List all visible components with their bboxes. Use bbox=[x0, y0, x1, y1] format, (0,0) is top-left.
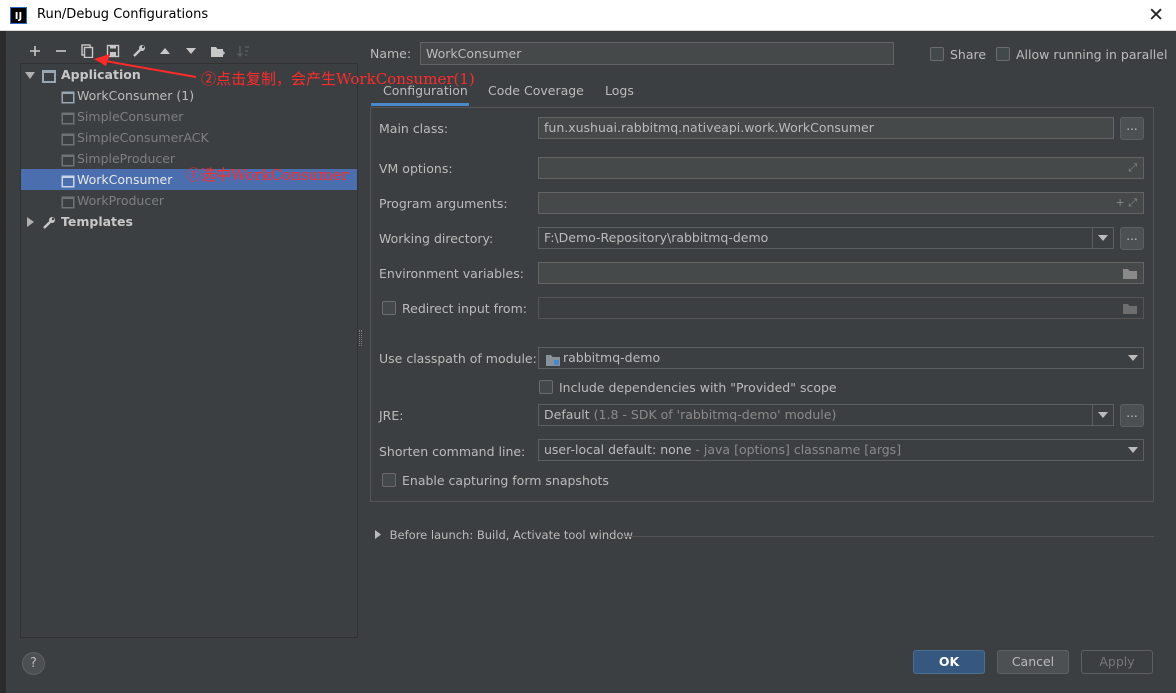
redirect-input-checkbox[interactable] bbox=[382, 301, 396, 315]
working-directory-browse-button[interactable]: ... bbox=[1120, 227, 1144, 250]
before-launch-divider bbox=[622, 536, 1154, 537]
vm-options-label: VM options: bbox=[379, 161, 453, 176]
tree-item-label: SimpleProducer bbox=[77, 151, 176, 166]
tree-item[interactable]: WorkProducer bbox=[21, 190, 357, 211]
wrench-icon bbox=[42, 215, 56, 236]
working-directory-combo[interactable]: F:\Demo-Repository\rabbitmq-demo bbox=[538, 227, 1114, 249]
tree-item-label: WorkConsumer (1) bbox=[77, 88, 195, 103]
apply-button[interactable]: Apply bbox=[1081, 650, 1153, 674]
share-checkbox[interactable] bbox=[930, 47, 944, 61]
enable-snapshots-label: Enable capturing form snapshots bbox=[402, 473, 609, 488]
shorten-command-line-combo[interactable]: user-local default: none - java [options… bbox=[538, 439, 1144, 461]
program-arguments-label: Program arguments: bbox=[379, 196, 508, 211]
name-field[interactable]: WorkConsumer bbox=[420, 42, 894, 65]
name-label: Name: bbox=[370, 46, 412, 61]
shorten-command-line-label: Shorten command line: bbox=[379, 444, 526, 459]
jre-value-detail: (1.8 - SDK of 'rabbitmq-demo' module) bbox=[593, 407, 837, 422]
folder-icon[interactable] bbox=[204, 40, 230, 62]
window-title: Run/Debug Configurations bbox=[37, 7, 209, 22]
add-icon[interactable] bbox=[22, 40, 48, 62]
jre-browse-button[interactable]: ... bbox=[1120, 404, 1144, 427]
redirect-input-label: Redirect input from: bbox=[402, 301, 527, 316]
main-class-field[interactable]: fun.xushuai.rabbitmq.nativeapi.work.Work… bbox=[538, 117, 1114, 139]
module-folder-icon bbox=[546, 352, 560, 368]
shorten-value: user-local default: none bbox=[544, 442, 692, 457]
tab-logs[interactable]: Logs bbox=[605, 80, 634, 106]
move-up-icon[interactable] bbox=[152, 40, 178, 62]
tree-item-label: SimpleConsumerACK bbox=[77, 130, 209, 145]
expanded-arrow-icon[interactable] bbox=[25, 64, 35, 85]
copy-icon[interactable] bbox=[74, 40, 100, 62]
add-and-expand-icon[interactable]: + ⤢ bbox=[1115, 193, 1137, 213]
background-window-edge bbox=[0, 31, 6, 693]
jre-label: JRE: bbox=[379, 408, 404, 423]
cancel-button[interactable]: Cancel bbox=[997, 650, 1069, 674]
working-directory-label: Working directory: bbox=[379, 231, 494, 246]
jre-combo[interactable]: Default (1.8 - SDK of 'rabbitmq-demo' mo… bbox=[538, 404, 1114, 426]
tree-templates-label: Templates bbox=[61, 214, 133, 229]
dropdown-arrow-icon[interactable] bbox=[1122, 348, 1143, 368]
jre-value: Default bbox=[544, 407, 590, 422]
close-window-button[interactable]: ✕ bbox=[1148, 3, 1164, 27]
annotation-select-note: ①选中WorkConsumer bbox=[186, 166, 349, 184]
splitter-handle[interactable] bbox=[359, 330, 362, 346]
sort-icon[interactable] bbox=[230, 40, 256, 62]
collapsed-arrow-icon[interactable] bbox=[374, 528, 386, 542]
dropdown-arrow-icon[interactable] bbox=[1092, 405, 1113, 425]
title-bar: IJ Run/Debug Configurations ✕ bbox=[0, 0, 1176, 31]
tree-item[interactable]: SimpleConsumerACK bbox=[21, 127, 357, 148]
include-dependencies-label: Include dependencies with "Provided" sco… bbox=[559, 380, 837, 395]
allow-parallel-checkbox[interactable] bbox=[996, 47, 1010, 61]
classpath-module-value: rabbitmq-demo bbox=[563, 350, 661, 365]
share-label: Share bbox=[950, 47, 987, 62]
classpath-module-combo[interactable]: rabbitmq-demo bbox=[538, 347, 1144, 369]
main-class-label: Main class: bbox=[379, 121, 449, 136]
help-button[interactable]: ? bbox=[22, 652, 45, 675]
tree-item-label: SimpleConsumer bbox=[77, 109, 184, 124]
config-toolbar bbox=[22, 40, 256, 62]
enable-snapshots-checkbox[interactable] bbox=[382, 473, 396, 487]
collapsed-arrow-icon[interactable] bbox=[25, 211, 35, 232]
environment-variables-label: Environment variables: bbox=[379, 266, 524, 281]
dropdown-arrow-icon[interactable] bbox=[1122, 440, 1143, 460]
tab-configuration[interactable]: Configuration bbox=[371, 80, 469, 106]
tree-item-label: WorkConsumer bbox=[77, 172, 173, 187]
move-down-icon[interactable] bbox=[178, 40, 204, 62]
redirect-input-field[interactable] bbox=[538, 297, 1144, 319]
include-dependencies-checkbox[interactable] bbox=[539, 380, 553, 394]
vm-options-field[interactable]: ⤢ bbox=[538, 157, 1144, 179]
before-launch-label: Before launch: Build, Activate tool wind… bbox=[389, 528, 633, 542]
tree-item[interactable]: SimpleConsumer bbox=[21, 106, 357, 127]
expand-icon[interactable]: ⤢ bbox=[1128, 158, 1137, 178]
intellij-app-icon: IJ bbox=[10, 7, 27, 24]
remove-icon[interactable] bbox=[48, 40, 74, 62]
folder-icon[interactable] bbox=[1123, 266, 1137, 283]
shorten-value-detail: - java [options] classname [args] bbox=[695, 442, 902, 457]
classpath-module-label: Use classpath of module: bbox=[379, 351, 537, 366]
configuration-tree: Application WorkConsumer (1) SimpleConsum… bbox=[20, 63, 358, 638]
tree-group-templates[interactable]: Templates bbox=[21, 211, 357, 232]
ok-button[interactable]: OK bbox=[913, 650, 985, 674]
dropdown-arrow-icon[interactable] bbox=[1092, 228, 1113, 248]
tree-item-label: WorkProducer bbox=[77, 193, 165, 208]
tab-code-coverage[interactable]: Code Coverage bbox=[488, 80, 584, 106]
environment-variables-field[interactable] bbox=[538, 262, 1144, 284]
tree-group-label: Application bbox=[61, 67, 141, 82]
wrench-icon[interactable] bbox=[126, 40, 152, 62]
folder-icon[interactable] bbox=[1123, 301, 1137, 318]
save-icon[interactable] bbox=[100, 40, 126, 62]
program-arguments-field[interactable]: + ⤢ bbox=[538, 192, 1144, 214]
before-launch-section[interactable]: Before launch: Build, Activate tool wind… bbox=[374, 528, 633, 542]
working-directory-value: F:\Demo-Repository\rabbitmq-demo bbox=[544, 230, 769, 245]
main-class-browse-button[interactable]: ... bbox=[1120, 117, 1144, 140]
allow-parallel-label: Allow running in parallel bbox=[1016, 47, 1168, 62]
